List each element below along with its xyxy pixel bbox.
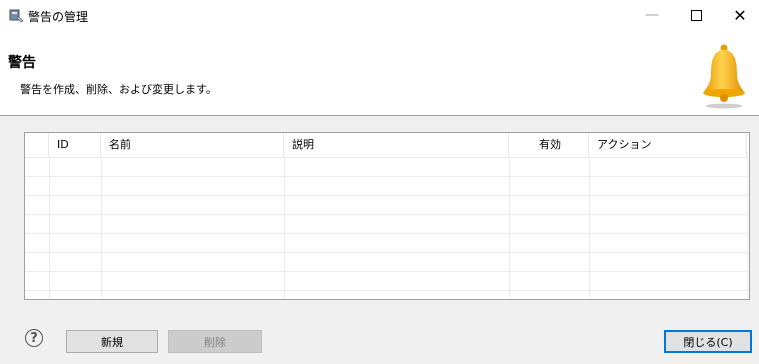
table-row[interactable] xyxy=(25,177,749,196)
table-row[interactable] xyxy=(25,158,749,177)
minimize-button[interactable]: — xyxy=(630,0,674,30)
close-window-button[interactable]: ✕ xyxy=(718,0,759,30)
header-description: 警告を作成、削除、および変更します。 xyxy=(20,83,217,96)
column-header-id[interactable]: ID xyxy=(49,133,101,157)
minimize-icon: — xyxy=(645,7,659,23)
table-row[interactable] xyxy=(25,234,749,253)
column-header-name[interactable]: 名前 xyxy=(101,133,284,157)
column-header-action[interactable]: アクション xyxy=(589,133,747,157)
delete-button: 削除 xyxy=(168,330,262,353)
table-row[interactable] xyxy=(25,253,749,272)
alerts-table[interactable]: ID 名前 説明 有効 アクション xyxy=(24,132,750,300)
app-icon xyxy=(9,9,24,23)
dialog-header: 警告 警告を作成、削除、および変更します。 xyxy=(0,30,759,116)
close-icon: ✕ xyxy=(733,5,747,25)
close-button[interactable]: 閉じる(C) xyxy=(664,330,752,353)
column-header-description[interactable]: 説明 xyxy=(284,133,509,157)
new-button[interactable]: 新規 xyxy=(66,330,158,353)
table-row[interactable] xyxy=(25,215,749,234)
window-title: 警告の管理 xyxy=(28,10,89,24)
table-row[interactable] xyxy=(25,272,749,291)
title-bar: 警告の管理 — ✕ xyxy=(0,0,759,30)
table-header: ID 名前 説明 有効 アクション xyxy=(25,133,749,158)
row-header-column xyxy=(25,133,49,157)
help-icon[interactable]: ? xyxy=(25,329,43,347)
bell-icon xyxy=(703,44,745,109)
maximize-icon xyxy=(690,9,702,21)
column-header-enabled[interactable]: 有効 xyxy=(509,133,589,157)
header-title: 警告 xyxy=(8,55,36,71)
table-row[interactable] xyxy=(25,196,749,215)
maximize-button[interactable] xyxy=(674,0,718,30)
